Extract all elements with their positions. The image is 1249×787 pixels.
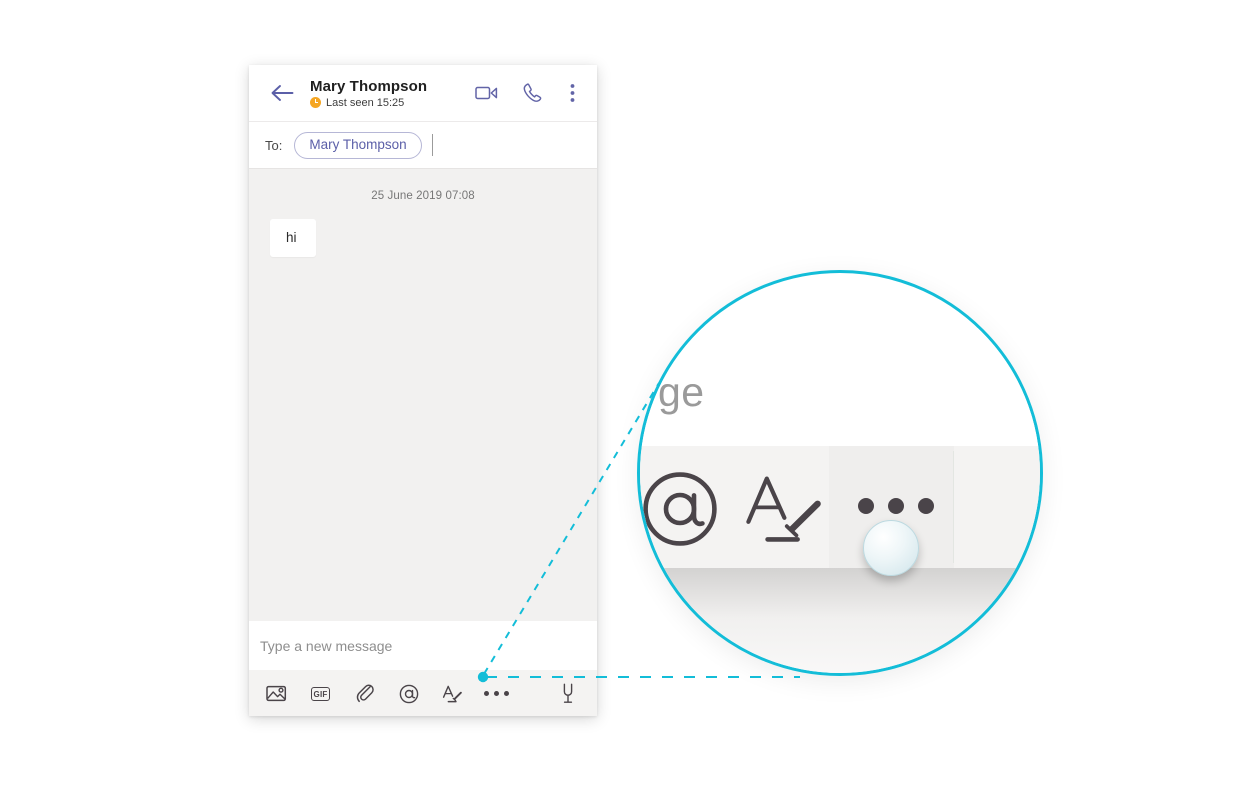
microphone-icon[interactable] (552, 678, 583, 709)
back-arrow-icon (271, 85, 294, 101)
at-sign-glyph-large (643, 472, 717, 546)
back-button[interactable] (265, 76, 299, 110)
paperclip-glyph (356, 684, 374, 702)
dot (504, 691, 509, 696)
magnified-placeholder-text: ge (658, 369, 705, 415)
clock-away-icon (310, 97, 321, 108)
chat-header: Mary Thompson Last seen 15:25 (249, 65, 597, 121)
format-text-pen-glyph-large (746, 476, 821, 542)
mention-icon[interactable] (393, 678, 424, 709)
more-icon[interactable] (481, 678, 512, 709)
dot (494, 691, 499, 696)
image-glyph (266, 685, 287, 702)
composer-area[interactable] (249, 621, 597, 670)
message-timestamp: 25 June 2019 07:08 (371, 190, 475, 202)
touch-pointer-cursor (863, 520, 919, 576)
recipient-row: To: Mary Thompson (249, 121, 597, 168)
magnified-format-icon (742, 469, 826, 554)
magnifier-content: ge (640, 273, 1040, 673)
header-more-options-icon[interactable] (561, 78, 583, 108)
at-sign-glyph (399, 684, 418, 703)
dot (858, 498, 874, 514)
contact-name: Mary Thompson (310, 77, 428, 95)
audio-call-icon[interactable] (517, 78, 547, 108)
presence-status-text: Last seen 15:25 (326, 96, 405, 109)
dot (918, 498, 934, 514)
dot (888, 498, 904, 514)
attach-icon[interactable] (349, 678, 380, 709)
dot (484, 691, 489, 696)
magnified-bottom-band (640, 568, 1040, 673)
message-input[interactable] (260, 637, 560, 654)
composer-action-bar: GIF (249, 670, 597, 716)
video-camera-glyph (474, 86, 497, 100)
gif-icon[interactable]: GIF (305, 678, 336, 709)
to-label: To: (265, 137, 283, 153)
format-text-pen-glyph (442, 685, 462, 702)
message-bubble: hi (270, 219, 316, 257)
message-list[interactable]: 25 June 2019 07:08 hi (249, 168, 597, 621)
image-icon[interactable] (261, 678, 292, 709)
recipient-pill[interactable]: Mary Thompson (294, 131, 422, 159)
magnifier-callout: ge (637, 270, 1043, 676)
phone-handset-glyph (523, 83, 541, 102)
presence-row: Last seen 15:25 (310, 97, 471, 109)
callout-connector-lines (477, 382, 800, 683)
magnified-mention-icon (640, 469, 720, 554)
recipient-text-caret (431, 134, 433, 156)
microphone-glyph (563, 683, 572, 703)
gif-label: GIF (310, 686, 331, 701)
video-call-icon[interactable] (471, 78, 501, 108)
vertical-ellipsis-glyph (570, 84, 574, 102)
header-titles: Mary Thompson Last seen 15:25 (310, 78, 471, 109)
format-icon[interactable] (437, 678, 468, 709)
magnified-divider (953, 451, 955, 563)
phone-mockup: Mary Thompson Last seen 15:25 To: Mary T… (249, 65, 597, 716)
magnified-more-icon (858, 498, 934, 514)
